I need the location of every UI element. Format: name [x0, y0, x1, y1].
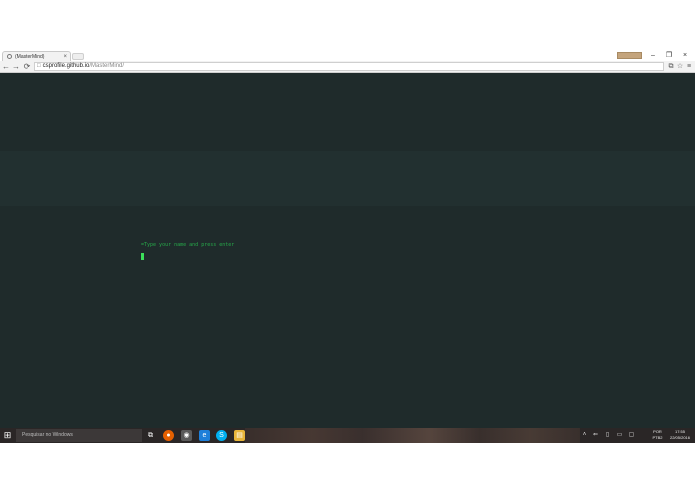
url-host: csprofile.github.io — [42, 63, 90, 69]
browser-toolbar: ← → ⟳ □ csprofile.github.io/MasterMind/ ⧉… — [0, 61, 695, 73]
close-tab-icon[interactable]: × — [63, 54, 67, 60]
taskbar-clock[interactable]: 17:55 22/05/2016 — [667, 429, 693, 442]
page-info-icon[interactable]: □ — [37, 63, 41, 69]
terminal-cursor[interactable] — [141, 253, 144, 260]
tab-title: (MasterMind) — [15, 53, 45, 60]
close-window-icon[interactable]: × — [678, 51, 692, 61]
show-hidden-icons-icon[interactable]: ˄ — [580, 428, 589, 443]
taskbar-search-input[interactable]: Pesquisar no Windows — [16, 429, 142, 442]
notifications-icon[interactable]: ▢ — [627, 428, 636, 443]
input-language[interactable]: POR PTB2 — [650, 429, 665, 442]
battery-icon[interactable]: ▭ — [615, 428, 624, 443]
taskbar: ⊞ Pesquisar no Windows ⧉ ● ◉ e S ▤ ˄ ⇐ ▯… — [0, 428, 695, 443]
tab-mastermind[interactable]: (MasterMind) × — [2, 51, 71, 61]
url-path: /MasterMind/ — [89, 63, 125, 69]
edge-icon[interactable]: e — [199, 430, 210, 441]
firefox-icon[interactable]: ● — [163, 430, 174, 441]
windows-start-icon[interactable]: ⊞ — [3, 431, 12, 440]
name-prompt: =Type your name and press enter — [141, 242, 235, 248]
header-band — [0, 151, 695, 206]
forward-icon[interactable]: → — [11, 61, 21, 73]
restore-icon[interactable]: ❐ — [662, 51, 676, 61]
network-icon[interactable]: ⇐ — [591, 428, 600, 443]
user-profile-button[interactable] — [617, 52, 642, 59]
tab-strip: (MasterMind) × – ❐ × — [0, 51, 695, 61]
task-view-icon[interactable]: ⧉ — [145, 430, 156, 441]
taskbar-wallpaper — [245, 428, 580, 443]
chrome-icon[interactable]: ◉ — [181, 430, 192, 441]
new-tab-button[interactable] — [72, 53, 84, 60]
minimize-icon[interactable]: – — [646, 51, 660, 61]
menu-icon[interactable]: ≡ — [685, 61, 693, 73]
reload-icon[interactable]: ⟳ — [22, 61, 32, 73]
page-favicon-icon — [7, 54, 12, 59]
translate-icon[interactable]: ⧉ — [667, 61, 675, 73]
file-explorer-icon[interactable]: ▤ — [234, 430, 245, 441]
back-icon[interactable]: ← — [1, 61, 11, 73]
skype-icon[interactable]: S — [216, 430, 227, 441]
address-bar[interactable]: □ csprofile.github.io/MasterMind/ — [34, 62, 664, 71]
bookmark-star-icon[interactable]: ☆ — [676, 61, 684, 73]
volume-icon[interactable]: ▯ — [603, 428, 612, 443]
clock-date: 22/05/2016 — [669, 435, 691, 440]
keyboard-layout: PTB2 — [652, 435, 663, 440]
page-viewport[interactable]: =Type your name and press enter — [0, 73, 695, 428]
